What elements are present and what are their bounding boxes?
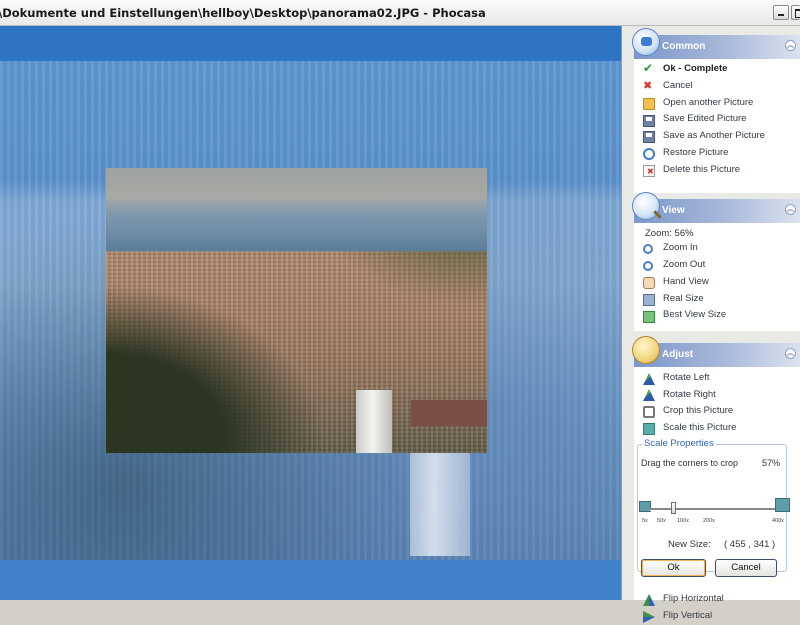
view-section-title: View [662, 205, 685, 216]
floppy-disk-icon [643, 115, 655, 127]
collapse-adjust-icon[interactable]: ︽ [785, 348, 796, 359]
slider-tick-label: 400x [772, 518, 784, 524]
rotate-right-icon [643, 389, 655, 401]
flip-vertical-icon [643, 611, 655, 623]
scale-properties-group: Scale Properties Drag the corners to cro… [637, 438, 790, 577]
slider-tick-label: 5x [642, 518, 648, 524]
adjust-section-header[interactable]: Adjust ︽ [632, 336, 800, 367]
delete-picture-link[interactable]: Delete this Picture [663, 163, 740, 179]
scale-slider-track[interactable] [650, 502, 778, 514]
scale-properties-title: Scale Properties [642, 438, 716, 449]
window-title: \Dokumente und Einstellungen\hellboy\Des… [0, 6, 486, 20]
photo-tower-building [356, 390, 392, 453]
view-section-body: Zoom: 56% Zoom In Zoom Out Hand View Rea… [634, 223, 800, 331]
flip-vertical-link[interactable]: Flip Vertical [663, 609, 712, 625]
zoom-in-icon [643, 244, 653, 254]
rotate-left-icon [643, 373, 655, 385]
task-panel: Common ︽ Ok - Complete Cancel Open anoth… [621, 26, 800, 623]
scale-percent: 57% [762, 458, 781, 468]
adjust-section-title: Adjust [662, 349, 694, 360]
crop-picture-link[interactable]: Crop this Picture [663, 404, 733, 420]
new-size-value: ( 455 , 341 ) [724, 539, 776, 550]
background-tower-shape [410, 446, 470, 556]
new-size-label: New Size: [668, 539, 711, 550]
adjust-section-body: Rotate Left Rotate Right Crop this Pictu… [634, 367, 800, 606]
save-edited-picture-link[interactable]: Save Edited Picture [663, 112, 746, 128]
checkmark-icon [643, 61, 655, 76]
title-bar: \Dokumente und Einstellungen\hellboy\Des… [0, 0, 800, 26]
crop-instruction: Drag the corners to crop [641, 458, 739, 468]
slider-tick-label: 50x [657, 518, 666, 524]
save-as-another-picture-link[interactable]: Save as Another Picture [663, 129, 765, 145]
collapse-view-icon[interactable]: ︽ [785, 204, 796, 215]
hand-view-link[interactable]: Hand View [663, 275, 709, 291]
common-section-body: Ok - Complete Cancel Open another Pictur… [634, 59, 800, 193]
view-section-header[interactable]: View ︽ [632, 192, 800, 223]
best-view-icon [643, 311, 655, 323]
rotate-left-link[interactable]: Rotate Left [663, 371, 709, 387]
common-section-title: Common [662, 41, 706, 52]
scale-picture-link[interactable]: Scale this Picture [663, 421, 736, 437]
rotate-right-link[interactable]: Rotate Right [663, 388, 716, 404]
zoom-level: Zoom: 56% [645, 228, 694, 239]
slider-tick-label: 100x [677, 518, 689, 524]
panorama-photo[interactable] [106, 168, 487, 453]
delete-icon [643, 165, 655, 177]
common-section-header[interactable]: Common ︽ [632, 28, 800, 59]
collapse-common-icon[interactable]: ︽ [785, 40, 796, 51]
viewer-bottom-band [0, 560, 621, 600]
photo-red-roof-building [411, 400, 487, 426]
ok-complete-link[interactable]: Ok - Complete [663, 62, 727, 78]
restore-icon [643, 148, 655, 160]
zoom-in-link[interactable]: Zoom In [663, 241, 698, 257]
flip-horizontal-link[interactable]: Flip Horizontal [663, 592, 724, 608]
zoom-out-link[interactable]: Zoom Out [663, 258, 705, 274]
scale-cancel-button[interactable]: Cancel [715, 559, 777, 577]
magnifier-icon [632, 192, 660, 220]
maximize-button[interactable] [791, 5, 800, 20]
scale-slider-thumb[interactable] [671, 502, 676, 514]
floppy-disk-icon [643, 131, 655, 143]
open-another-picture-link[interactable]: Open another Picture [663, 96, 753, 112]
speech-bubble-icon [632, 28, 660, 56]
hand-icon [643, 277, 655, 289]
scale-ok-button[interactable]: Ok [641, 559, 706, 577]
zoom-out-icon [643, 261, 653, 271]
large-image-icon [775, 498, 790, 512]
flip-horizontal-icon [643, 594, 655, 606]
real-size-icon [643, 294, 655, 306]
slider-tick-label: 200x [703, 518, 715, 524]
real-size-link[interactable]: Real Size [663, 292, 704, 308]
scale-icon [643, 423, 655, 435]
cancel-link[interactable]: Cancel [663, 79, 693, 95]
best-view-size-link[interactable]: Best View Size [663, 308, 726, 324]
minimize-button[interactable] [773, 5, 789, 20]
adjust-hand-icon [632, 336, 660, 364]
red-x-icon [643, 79, 655, 93]
viewer-top-band [0, 26, 621, 61]
restore-picture-link[interactable]: Restore Picture [663, 146, 728, 162]
crop-icon [643, 406, 655, 418]
image-viewer[interactable] [0, 26, 621, 600]
folder-open-icon [643, 98, 655, 110]
